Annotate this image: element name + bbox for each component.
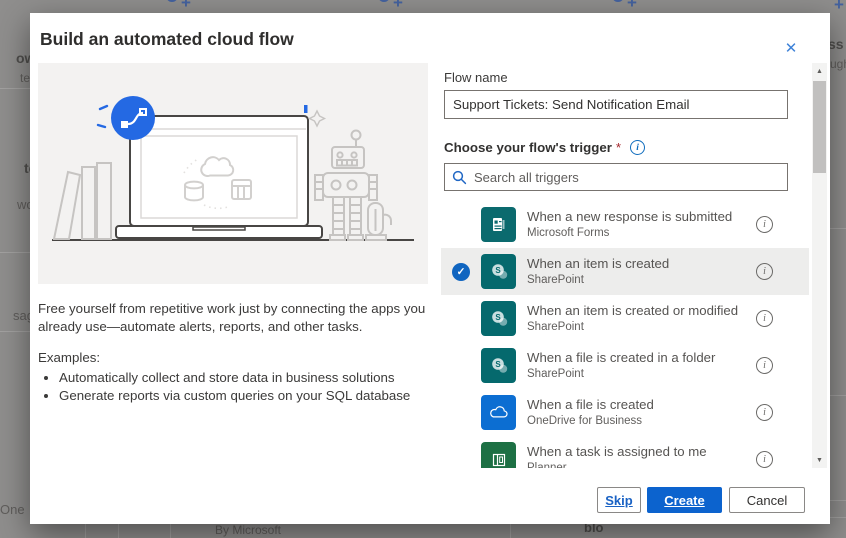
scroll-up-icon[interactable]: ▲ — [812, 64, 827, 78]
laptop-robot-illustration — [38, 63, 428, 284]
scrollbar-thumb[interactable] — [813, 81, 826, 173]
template-create-icon — [378, 0, 390, 2]
trigger-text: When a file is created OneDrive for Busi… — [527, 397, 756, 428]
trigger-text: When an item is created SharePoint — [527, 256, 756, 287]
svg-text:S: S — [495, 265, 501, 274]
sharepoint-icon: S — [481, 301, 516, 336]
backdrop-text-fragment: ss fl — [828, 36, 846, 52]
trigger-row-sharepoint-item-created[interactable]: ✓ S When an item is created SharePoint i — [441, 248, 809, 295]
info-icon[interactable]: i — [756, 404, 773, 421]
trigger-service: SharePoint — [527, 273, 756, 287]
examples-block: Examples: Automatically collect and stor… — [38, 349, 434, 405]
backdrop-card-edge — [0, 88, 30, 89]
trigger-text: When an item is created or modified Shar… — [527, 303, 756, 334]
trigger-text: When a file is created in a folder Share… — [527, 350, 756, 381]
sharepoint-icon: S — [481, 348, 516, 383]
trigger-row-onedrive-file-created[interactable]: When a file is created OneDrive for Busi… — [441, 389, 809, 436]
info-icon[interactable]: i — [756, 263, 773, 280]
flow-name-input[interactable] — [444, 90, 788, 119]
plus-icon: + — [181, 0, 191, 12]
plus-icon: + — [834, 0, 844, 12]
build-automated-flow-dialog: Build an automated cloud flow ✕ — [30, 13, 830, 524]
dialog-description: Free yourself from repetitive work just … — [38, 300, 434, 336]
info-icon[interactable]: i — [630, 140, 645, 155]
info-icon[interactable]: i — [756, 310, 773, 327]
backdrop-card-edge — [0, 331, 30, 332]
trigger-row-sharepoint-item-modified[interactable]: S When an item is created or modified Sh… — [441, 295, 809, 342]
planner-icon — [481, 442, 516, 468]
trigger-service: SharePoint — [527, 367, 756, 381]
plus-icon: + — [393, 0, 403, 12]
check-slot: ✓ — [452, 263, 481, 281]
search-icon — [452, 170, 467, 185]
backdrop-text-fragment: ugh — [830, 57, 846, 71]
onedrive-icon — [481, 395, 516, 430]
plus-icon: + — [627, 0, 637, 12]
info-icon[interactable]: i — [756, 357, 773, 374]
trigger-row-sharepoint-file-folder[interactable]: S When a file is created in a folder Sha… — [441, 342, 809, 389]
info-icon[interactable]: i — [756, 451, 773, 468]
trigger-list-scrollbar[interactable]: ▲ ▼ — [812, 63, 827, 468]
backdrop-card-edge — [830, 395, 846, 396]
trigger-text: When a new response is submitted Microso… — [527, 209, 756, 240]
backdrop-card-edge — [830, 500, 846, 501]
trigger-service: Planner — [527, 461, 756, 468]
trigger-name: When a new response is submitted — [527, 209, 756, 225]
backdrop-card-edge — [0, 252, 30, 253]
backdrop-text-fragment: One — [0, 502, 25, 517]
skip-button[interactable]: Skip — [597, 487, 641, 513]
example-item: Generate reports via custom queries on y… — [59, 387, 434, 405]
trigger-list: When a new response is submitted Microso… — [441, 201, 809, 468]
microsoft-forms-icon — [481, 207, 516, 242]
dialog-title: Build an automated cloud flow — [40, 29, 294, 50]
examples-heading: Examples: — [38, 349, 434, 367]
close-icon[interactable]: ✕ — [780, 37, 802, 59]
flow-illustration — [38, 63, 428, 284]
trigger-name: When a file is created in a folder — [527, 350, 756, 366]
backdrop-card-edge — [830, 228, 846, 229]
trigger-label: Choose your flow's trigger — [444, 140, 612, 155]
trigger-name: When a file is created — [527, 397, 756, 413]
trigger-label-row: Choose your flow's trigger * i — [444, 140, 645, 155]
required-marker: * — [616, 140, 621, 155]
trigger-row-planner-task-assigned[interactable]: When a task is assigned to me Planner i — [441, 436, 809, 468]
template-create-icon — [166, 0, 178, 2]
template-create-icon — [612, 0, 624, 2]
search-input[interactable] — [474, 170, 780, 185]
trigger-name: When an item is created — [527, 256, 756, 272]
backdrop-text-fragment: By Microsoft — [215, 523, 281, 537]
scroll-down-icon[interactable]: ▼ — [812, 453, 827, 467]
svg-text:S: S — [495, 312, 501, 321]
trigger-service: OneDrive for Business — [527, 414, 756, 428]
trigger-text: When a task is assigned to me Planner — [527, 444, 756, 468]
backdrop-top-strip: + + + + — [0, 0, 846, 12]
example-item: Automatically collect and store data in … — [59, 369, 434, 387]
info-icon[interactable]: i — [756, 216, 773, 233]
trigger-service: Microsoft Forms — [527, 226, 756, 240]
svg-text:S: S — [495, 359, 501, 368]
flow-name-label: Flow name — [444, 70, 508, 85]
trigger-row-forms-response[interactable]: When a new response is submitted Microso… — [441, 201, 809, 248]
selected-check-icon: ✓ — [452, 263, 470, 281]
sharepoint-icon: S — [481, 254, 516, 289]
trigger-name: When an item is created or modified — [527, 303, 756, 319]
trigger-name: When a task is assigned to me — [527, 444, 756, 460]
cancel-button[interactable]: Cancel — [729, 487, 805, 513]
create-button[interactable]: Create — [647, 487, 722, 513]
trigger-search-box[interactable] — [444, 163, 788, 191]
trigger-service: SharePoint — [527, 320, 756, 334]
